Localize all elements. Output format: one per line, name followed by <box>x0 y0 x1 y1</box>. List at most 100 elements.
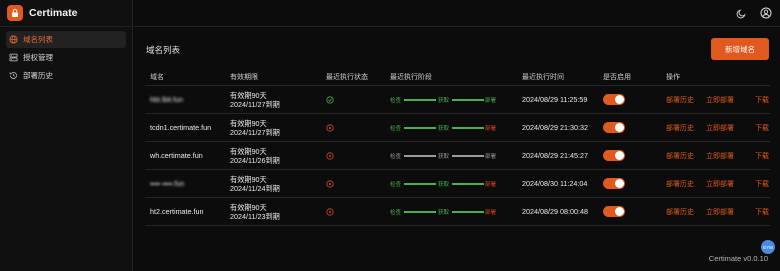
last-run-time: 2024/08/29 21:45:27 <box>522 151 588 160</box>
stage-progress: 检查 获取 部署 <box>390 86 496 113</box>
stage-deploy-label: 部署 <box>485 209 497 216</box>
avatar[interactable]: EYM <box>761 240 775 254</box>
stage-deploy-label: 部署 <box>485 181 497 188</box>
add-domain-button[interactable]: 新增域名 <box>711 38 769 60</box>
brand[interactable]: Certimate <box>0 0 132 27</box>
deploy-history-link[interactable]: 部署历史 <box>666 95 694 105</box>
column-header-enabled: 是否启用 <box>603 74 631 81</box>
download-link[interactable]: 下载 <box>755 95 769 105</box>
sidebar-item-label: 授权管理 <box>23 53 53 62</box>
domain-name: ht2.certimate.fun <box>150 207 204 216</box>
enabled-toggle[interactable] <box>603 86 625 113</box>
stage-progress: 检查 获取 部署 <box>390 198 496 225</box>
stage-check-label: 检查 <box>390 181 402 188</box>
stage-segment <box>452 98 484 101</box>
stage-segment <box>452 210 484 213</box>
expiry-period: 有效期90天 <box>230 202 267 212</box>
stage-segment <box>404 98 436 101</box>
enabled-toggle[interactable] <box>603 198 625 225</box>
download-link[interactable]: 下载 <box>755 179 769 189</box>
stage-segment <box>404 210 436 213</box>
domain-name: hbt.lbit.fun <box>150 95 184 104</box>
stage-segment <box>404 182 436 185</box>
stage-deploy-label: 部署 <box>485 153 497 160</box>
error-circle-icon <box>326 114 334 141</box>
expiry-cell: 有效期90天 2024/11/27到期 <box>230 86 280 113</box>
stage-deploy-label: 部署 <box>485 125 497 132</box>
column-header-time: 最近执行时间 <box>522 74 564 81</box>
sidebar: Certimate 域名列表 授权管理 部署历史 <box>0 0 133 271</box>
globe-icon <box>9 35 18 44</box>
stage-deploy-label: 部署 <box>485 97 497 104</box>
sidebar-item-access[interactable]: 授权管理 <box>6 49 126 66</box>
last-run-time: 2024/08/29 11:25:59 <box>522 95 588 104</box>
stage-apply-label: 获取 <box>438 181 450 188</box>
deploy-history-link[interactable]: 部署历史 <box>666 151 694 161</box>
row-actions: 部署历史 立即部署 下载 <box>666 170 769 197</box>
deploy-now-link[interactable]: 立即部署 <box>706 151 734 161</box>
row-actions: 部署历史 立即部署 下载 <box>666 86 769 113</box>
expiry-period: 有效期90天 <box>230 146 267 156</box>
table-header: 域名 有效期限 最近执行状态 最近执行阶段 最近执行时间 是否启用 操作 <box>145 69 770 86</box>
deploy-history-link[interactable]: 部署历史 <box>666 123 694 133</box>
table-row: ht2.certimate.fun 有效期90天 2024/11/23到期 检查… <box>145 198 770 226</box>
column-header-name: 域名 <box>150 74 164 81</box>
stage-segment <box>452 154 484 157</box>
stage-check-label: 检查 <box>390 153 402 160</box>
deploy-now-link[interactable]: 立即部署 <box>706 123 734 133</box>
table-body: hbt.lbit.fun 有效期90天 2024/11/27到期 检查 获取 部… <box>145 86 770 226</box>
expiry-period: 有效期90天 <box>230 174 267 184</box>
expiry-date: 2024/11/24到期 <box>230 183 280 193</box>
row-actions: 部署历史 立即部署 下载 <box>666 198 769 225</box>
last-run-time: 2024/08/29 21:30:32 <box>522 123 588 132</box>
sidebar-nav: 域名列表 授权管理 部署历史 <box>0 27 132 89</box>
history-icon <box>9 71 18 80</box>
stage-check-label: 检查 <box>390 209 402 216</box>
row-actions: 部署历史 立即部署 下载 <box>666 142 769 169</box>
deploy-now-link[interactable]: 立即部署 <box>706 207 734 217</box>
expiry-date: 2024/11/26到期 <box>230 155 280 165</box>
stage-apply-label: 获取 <box>438 153 450 160</box>
column-header-state: 最近执行状态 <box>326 74 368 81</box>
stage-apply-label: 获取 <box>438 209 450 216</box>
stage-check-label: 检查 <box>390 125 402 132</box>
download-link[interactable]: 下载 <box>755 207 769 217</box>
enabled-toggle[interactable] <box>603 114 625 141</box>
deploy-now-link[interactable]: 立即部署 <box>706 95 734 105</box>
column-header-stage: 最近执行阶段 <box>390 74 432 81</box>
error-circle-icon <box>326 142 334 169</box>
stage-apply-label: 获取 <box>438 97 450 104</box>
main-content: 域名列表 新增域名 域名 有效期限 最近执行状态 最近执行阶段 最近执行时间 是… <box>134 28 780 271</box>
sidebar-item-history[interactable]: 部署历史 <box>6 67 126 84</box>
domain-name: wh.certimate.fun <box>150 151 203 160</box>
version-label: Certimate v0.0.10 <box>708 254 768 263</box>
column-header-expiry: 有效期限 <box>230 73 258 81</box>
stage-progress: 检查 获取 部署 <box>390 170 496 197</box>
deploy-now-link[interactable]: 立即部署 <box>706 179 734 189</box>
enabled-toggle[interactable] <box>603 170 625 197</box>
domain-table: 域名 有效期限 最近执行状态 最近执行阶段 最近执行时间 是否启用 操作 hbt… <box>145 69 770 226</box>
enabled-toggle[interactable] <box>603 142 625 169</box>
table-row: tcdn1.certimate.fun 有效期90天 2024/11/27到期 … <box>145 114 770 142</box>
row-actions: 部署历史 立即部署 下载 <box>666 114 769 141</box>
table-row: hbt.lbit.fun 有效期90天 2024/11/27到期 检查 获取 部… <box>145 86 770 114</box>
deploy-history-link[interactable]: 部署历史 <box>666 207 694 217</box>
expiry-date: 2024/11/23到期 <box>230 211 280 221</box>
stage-progress: 检查 获取 部署 <box>390 114 496 141</box>
user-circle-icon[interactable] <box>759 6 773 20</box>
error-circle-icon <box>326 198 334 225</box>
expiry-period: 有效期90天 <box>230 118 267 128</box>
expiry-date: 2024/11/27到期 <box>230 127 280 137</box>
domain-name: ▪▪▪▪ ▪▪▪▪.fun <box>150 179 185 188</box>
moon-icon[interactable] <box>734 6 748 20</box>
expiry-cell: 有效期90天 2024/11/23到期 <box>230 198 280 225</box>
check-circle-icon <box>326 86 334 113</box>
download-link[interactable]: 下载 <box>755 151 769 161</box>
stage-segment <box>452 182 484 185</box>
stage-check-label: 检查 <box>390 97 402 104</box>
column-header-ops: 操作 <box>666 74 680 81</box>
table-row: ▪▪▪▪ ▪▪▪▪.fun 有效期90天 2024/11/24到期 检查 获取 … <box>145 170 770 198</box>
sidebar-item-domains[interactable]: 域名列表 <box>6 31 126 48</box>
download-link[interactable]: 下载 <box>755 123 769 133</box>
deploy-history-link[interactable]: 部署历史 <box>666 179 694 189</box>
